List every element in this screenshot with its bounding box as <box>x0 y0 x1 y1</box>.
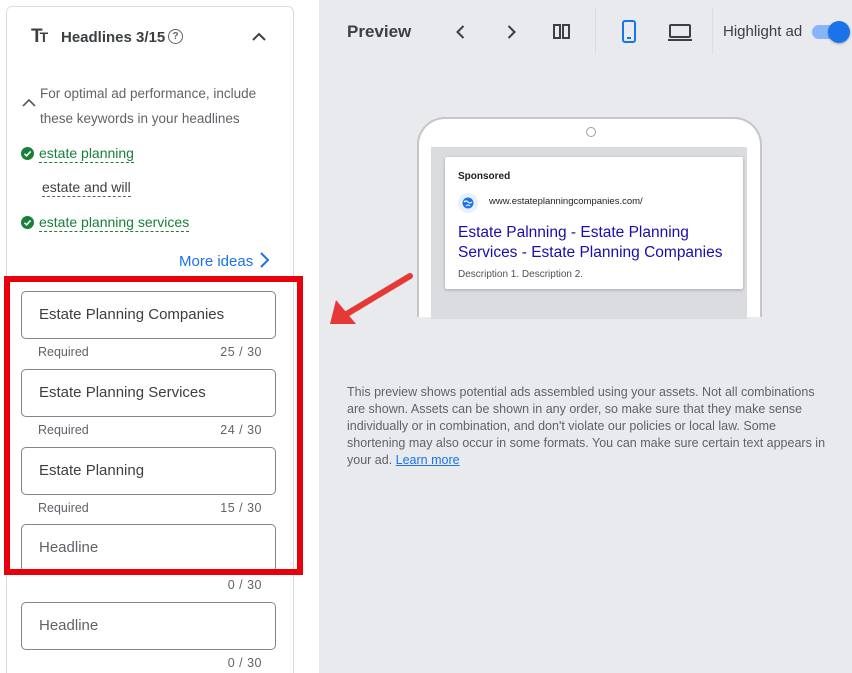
sponsored-label: Sponsored <box>458 171 511 182</box>
preview-title: Preview <box>347 22 412 41</box>
headline-helper: Required 25 / 30 <box>38 345 262 359</box>
preview-panel: Preview Highlight ad Sponsored www.estat… <box>319 0 852 673</box>
chevron-up-icon[interactable] <box>247 25 271 49</box>
text-size-icon: TT <box>31 26 48 47</box>
toggle-knob <box>828 21 850 43</box>
headline-input[interactable]: Estate Planning Services <box>21 369 276 417</box>
toolbar-divider <box>712 8 713 54</box>
headline-helper: Required 24 / 30 <box>38 423 262 437</box>
headlines-header: TT Headlines 3/15 ? <box>31 25 281 51</box>
headline-input[interactable]: Estate Planning <box>21 447 276 495</box>
red-arrow-annotation <box>330 273 413 324</box>
mobile-device-icon[interactable] <box>617 19 641 43</box>
char-count: 24 / 30 <box>220 423 262 437</box>
headlines-panel: TT Headlines 3/15 ? For optimal ad perfo… <box>6 6 294 673</box>
preview-disclaimer: This preview shows potential ads assembl… <box>347 385 826 467</box>
phone-screen: Sponsored www.estateplanningcompanies.co… <box>431 147 747 319</box>
keyword-suggestion[interactable]: estate planning <box>21 145 134 167</box>
toolbar-divider <box>595 8 596 54</box>
globe-icon <box>458 193 478 213</box>
headline-helper: Required 15 / 30 <box>38 501 262 515</box>
check-circle-icon <box>21 216 34 229</box>
char-count: 0 / 30 <box>227 578 262 592</box>
ad-description: Description 1. Description 2. <box>458 269 584 280</box>
keyword-suggestion-text: For optimal ad performance, include thes… <box>40 86 257 126</box>
learn-more-link[interactable]: Learn more <box>396 453 460 467</box>
highlight-ad-label: Highlight ad <box>723 23 803 40</box>
keyword-suggestion[interactable]: estate and will <box>21 179 131 201</box>
chevron-right-icon <box>260 252 270 268</box>
camera-icon <box>586 127 596 137</box>
headline-input[interactable]: Headline <box>21 524 276 572</box>
chevron-left-icon[interactable] <box>449 20 473 44</box>
ad-preview-card[interactable]: Sponsored www.estateplanningcompanies.co… <box>445 157 743 289</box>
check-circle-icon <box>21 147 34 160</box>
ad-headline[interactable]: Estate Palnning - Estate Planning Servic… <box>458 223 743 263</box>
more-ideas-link[interactable]: More ideas <box>179 251 271 270</box>
highlight-ad-toggle[interactable] <box>812 21 850 43</box>
columns-icon[interactable] <box>550 20 574 44</box>
headlines-title: Headlines 3/15 <box>61 29 166 46</box>
char-count: 25 / 30 <box>220 345 262 359</box>
desktop-device-icon[interactable] <box>666 20 694 44</box>
chevron-right-icon[interactable] <box>499 20 523 44</box>
headline-input[interactable]: Estate Planning Companies <box>21 291 276 339</box>
keyword-suggestion[interactable]: estate planning services <box>21 214 190 236</box>
char-count: 0 / 30 <box>227 656 262 670</box>
phone-frame: Sponsored www.estateplanningcompanies.co… <box>417 117 762 319</box>
collapse-suggestions-icon[interactable] <box>19 93 39 113</box>
ad-url: www.estateplanningcompanies.com/ <box>489 196 643 207</box>
char-count: 15 / 30 <box>220 501 262 515</box>
help-icon[interactable]: ? <box>168 29 183 44</box>
headline-input[interactable]: Headline <box>21 602 276 650</box>
